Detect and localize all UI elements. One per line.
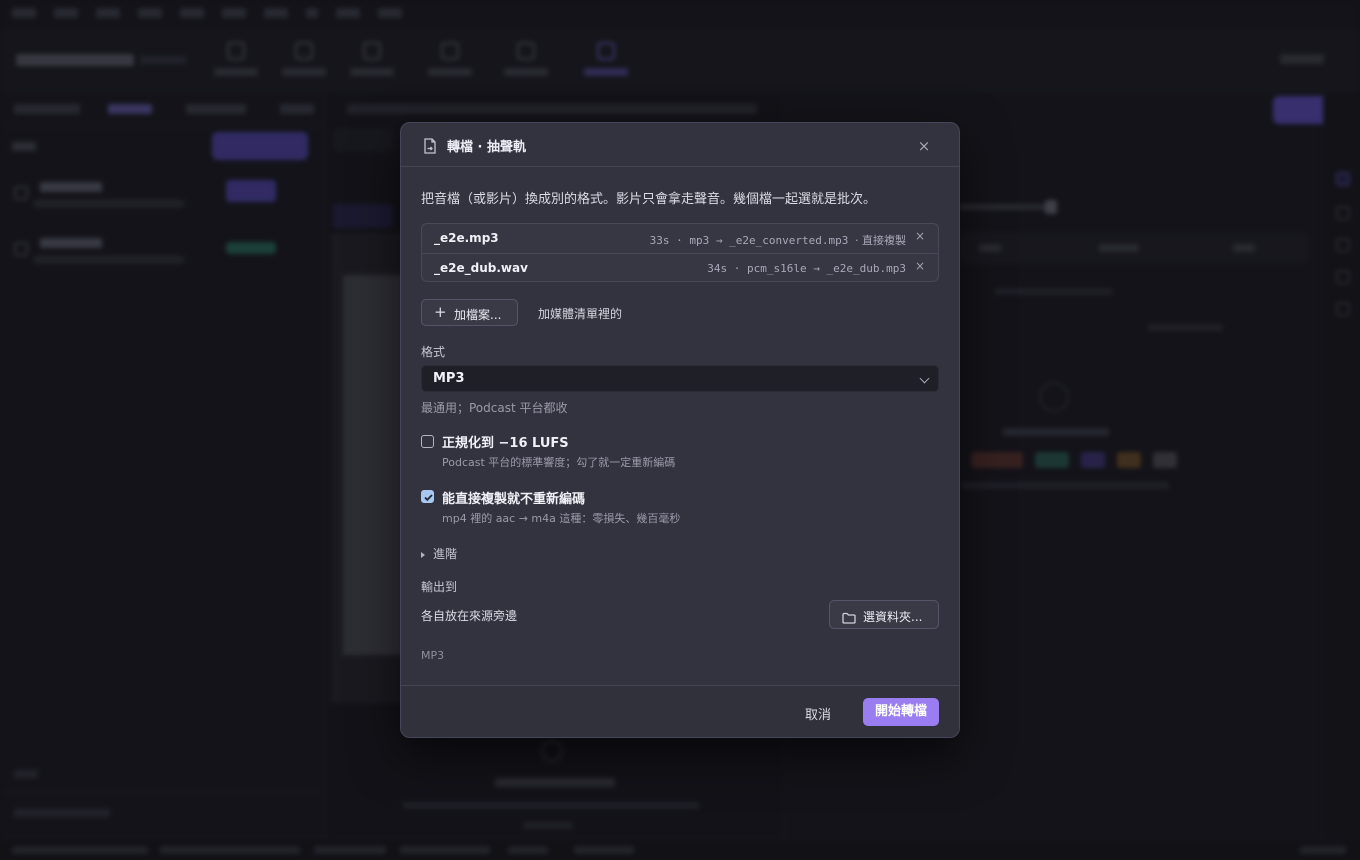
dialog-description: 把音檔（或影片）換成別的格式。影片只會拿走聲音。幾個檔一起選就是批次。 [421, 192, 877, 207]
list-item: _e2e.mp3 33s · mp3 → _e2e_converted.mp3 … [422, 224, 938, 253]
remove-file-icon[interactable]: × [913, 229, 927, 247]
copy-direct-title: 能直接複製就不重新編碼 [442, 492, 586, 507]
copy-direct-checkbox[interactable] [421, 490, 434, 503]
add-from-media-button[interactable]: 加媒體清單裡的 [538, 305, 622, 322]
plus-icon: + [434, 303, 447, 321]
normalize-hint: Podcast 平台的標準響度；勾了就一定重新編碼 [442, 456, 676, 469]
dialog-title: 轉檔 · 抽聲軌 [447, 140, 526, 155]
normalize-title: 正規化到 −16 LUFS [442, 436, 569, 451]
list-item: _e2e_dub.wav 34s · pcm_s16le → _e2e_dub.… [422, 253, 938, 281]
format-hint: 最通用；Podcast 平台都收 [421, 401, 568, 415]
choose-folder-label: 選資料夾... [863, 610, 923, 624]
cancel-button[interactable]: 取消 [805, 704, 831, 723]
output-label: 輸出到 [421, 580, 458, 594]
choose-folder-button[interactable]: 選資料夾... [829, 600, 939, 629]
copy-direct-hint: mp4 裡的 aac → m4a 這種：零損失、幾百毫秒 [442, 512, 681, 525]
remove-file-icon[interactable]: × [913, 259, 927, 277]
close-icon[interactable]: × [913, 135, 935, 157]
chevron-down-icon [919, 373, 930, 384]
file-list: _e2e.mp3 33s · mp3 → _e2e_converted.mp3 … [421, 223, 939, 282]
output-location: 各自放在來源旁邊 [421, 609, 518, 623]
folder-icon [842, 609, 856, 628]
file-name: _e2e.mp3 [434, 231, 499, 245]
add-files-button[interactable]: + 加檔案... [421, 299, 518, 326]
normalize-checkbox[interactable] [421, 435, 434, 448]
advanced-toggle[interactable]: 進階 [421, 545, 457, 562]
format-summary: MP3 [421, 649, 445, 662]
format-value: MP3 [433, 371, 465, 386]
format-select[interactable]: MP3 [421, 365, 939, 392]
start-convert-button[interactable]: 開始轉檔 [863, 698, 939, 726]
dialog-header: 轉檔 · 抽聲軌 × [401, 123, 959, 167]
file-convert-icon [423, 138, 437, 154]
file-info: 34s · pcm_s16le → _e2e_dub.mp3 [707, 262, 906, 275]
dialog-footer: 取消 開始轉檔 [401, 685, 959, 737]
checkmark-icon [424, 494, 433, 502]
add-files-label: 加檔案... [454, 308, 502, 322]
advanced-label: 進階 [433, 547, 458, 561]
file-info: 33s · mp3 → _e2e_converted.mp3 · 直接複製 [649, 234, 906, 247]
file-name: _e2e_dub.wav [434, 261, 528, 275]
convert-dialog: 轉檔 · 抽聲軌 × 把音檔（或影片）換成別的格式。影片只會拿走聲音。幾個檔一起… [400, 122, 960, 738]
format-label: 格式 [421, 345, 446, 359]
disclosure-triangle-icon [421, 551, 425, 558]
